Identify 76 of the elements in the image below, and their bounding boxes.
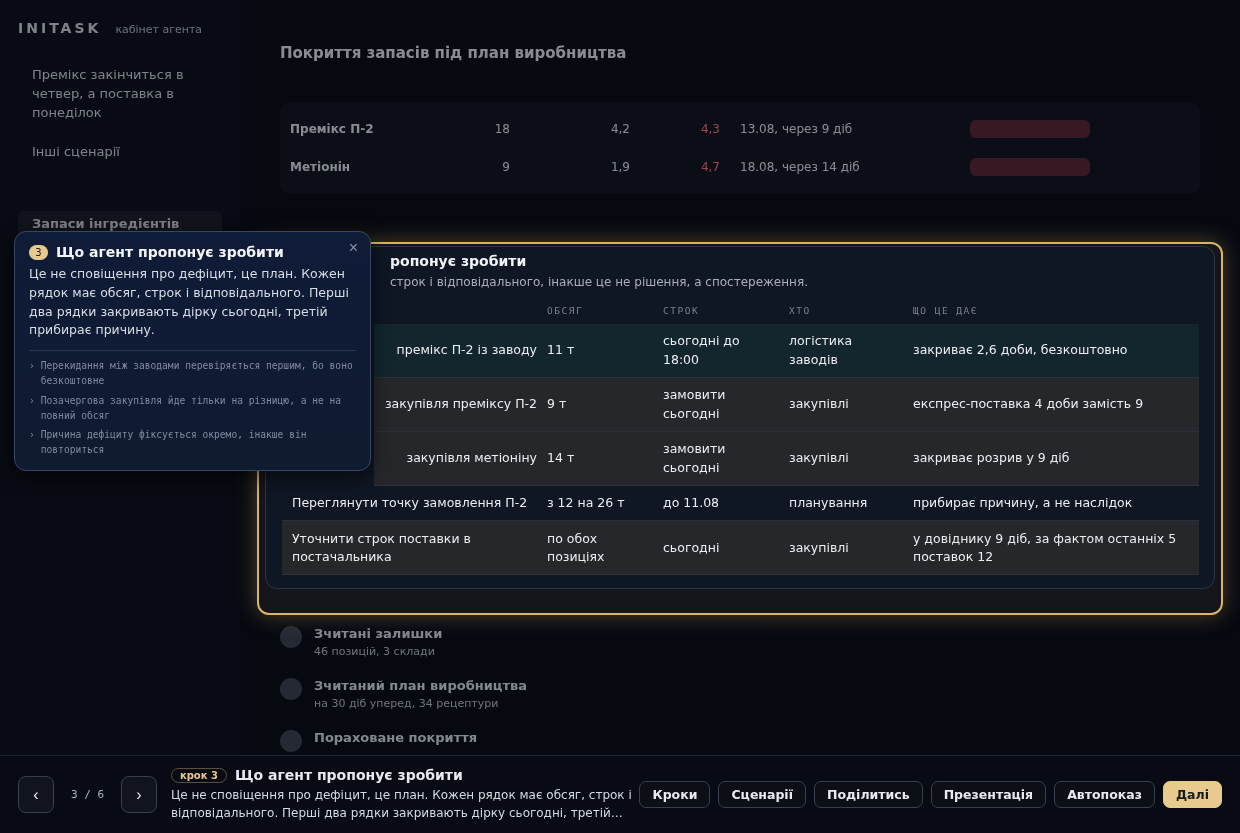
table-cell-text: закупівля преміксу П-2 [384,395,538,414]
table-row[interactable]: премікс П-2 із заводу 11 т сьогодні до 18:00 логістика заводів закриває 2,6 доби, безкоштовно [374,324,1199,378]
step-description: Це не сповіщення про дефіцит, це план. Кожен рядок має обсяг, строк і відповідального. Перші два рядки закривають дірку сьогодні, третій… [170,787,633,822]
table-cell-text: премікс П-2 із заводу [396,341,538,360]
table-cell-text: закупівля метіоніну [406,449,538,468]
bullet-mark: › [29,428,35,443]
toolbar-button[interactable]: Далі [1163,781,1222,808]
table-cell-text: сьогодні до 18:00 [663,332,741,369]
toolbar-button[interactable]: Автопоказ [1054,781,1155,808]
column-header: ЩО ЦЕ ДАЄ [913,305,979,316]
table-cell-text: закупівлі [789,449,850,468]
table-cell-text: 14 т [547,449,576,468]
table-cell: 4,7 [700,160,720,174]
bullet-mark: › [29,393,35,408]
table-cell-text: логістика заводів [789,332,854,369]
step-subtitle: 46 позицій, 3 склади [314,645,436,658]
table-cell: 4,3 [700,122,720,136]
table-cell-text: 13.08, через 9 діб [740,122,854,136]
table-cell-text: закупівлі [789,538,850,557]
table-cell-text: закриває 2,6 доби, безкоштовно [913,341,1129,360]
table-cell-text: замовити сьогодні [663,386,727,423]
table-cell-text: 11 т [547,341,576,360]
table-cell-text: Метіонін [290,160,352,174]
sidebar-item[interactable]: Інші сценарії [18,142,222,162]
table-cell-text: 18.08, через 14 діб [740,160,861,174]
toolbar-button[interactable]: Поділитись [813,781,923,808]
table-row[interactable]: закупівля преміксу П-2 9 т замовити сьогодні закупівлі експрес-поставка 4 доби замість 9 [374,378,1199,432]
step-title: Що агент пропонує зробити [234,767,463,783]
previous-button[interactable]: ‹ [18,776,54,813]
table-cell-text: по обох позиціях [547,529,606,566]
card-title: ропонує зробити [390,253,528,269]
table-row[interactable]: закупівля метіоніну 14 т замовити сьогодні закупівлі закриває розрив у 9 діб [374,432,1199,486]
tooltip-bullet: Позачергова закупівля йде тільки на різницю, а не на повний обсяг [40,393,343,423]
table-cell: 1,9 [610,160,630,174]
column-header: ХТО [789,305,812,316]
toolbar-button[interactable]: Кроки [639,781,711,808]
card-subtitle: строк і відповідального, інакше це не рішення, а спостереження. [390,275,809,289]
column-header: ОБСЯГ [547,305,585,316]
toolbar-button[interactable]: Презентація [930,781,1047,808]
table-cell-text: планування [789,494,869,512]
brand-logo: INITASK [18,20,102,36]
table-cell: 18 [494,122,510,136]
step-title: Зчитані залишки [314,626,443,641]
toolbar-button[interactable]: Сценарії [718,781,806,808]
table-cell-text: закриває розрив у 9 діб [913,449,1071,468]
table-cell-text: Уточнити строк поставки в постачальника [292,529,472,566]
step-badge: 3 [29,244,48,260]
tooltip-text: Це не сповіщення про дефіцит, це план. Кожен рядок має обсяг, строк і відповідального. Перші два рядки закривають дірку сьогодні, третій прибирає причину. [29,265,350,340]
table-cell-text: прибирає причину, а не наслідок [913,494,1134,512]
tooltip-title: Що агент пропонує зробити [56,244,284,260]
next-button[interactable]: › [120,776,157,813]
table-cell-text: Премікс П-2 [290,122,375,136]
tooltip-bullet: Причина дефіциту фіксується окремо, інакше він повториться [40,428,308,458]
table-cell: 9 [502,160,510,174]
table-cell-text: до 11.08 [663,494,721,512]
step-counter: 3 / 6 [69,788,105,801]
step-title: Зчитаний план виробництва [314,678,527,693]
close-button[interactable]: × [344,237,362,259]
table-cell-text: експрес-поставка 4 доби замість 9 [913,395,1145,414]
table-cell-text: закупівлі [789,395,850,414]
table-cell-text: 9 т [547,395,568,414]
table-cell-text: з 12 на 26 т [547,494,626,512]
table-cell-text: сьогодні [663,538,721,557]
column-header: СТРОК [663,305,701,316]
page-title: Покриття запасів під план виробництва [280,44,628,62]
bullet-mark: › [29,359,35,373]
table-cell-text: у довіднику 9 діб, за фактом останніх 5 поставок 12 [913,529,1178,566]
table-cell: 4,2 [610,122,630,136]
table-row[interactable]: Уточнити строк поставки в постачальника по обох позиціях сьогодні закупівлі у довіднику 9 діб, за фактом останніх 5 поставок 12 [282,521,1199,576]
step-subtitle: на 30 діб уперед, 34 рецептури [314,697,500,710]
tooltip-bullet: Перекидання між заводами перевіряється першим, бо воно безкоштовне [40,359,354,388]
table-cell-text: замовити сьогодні [663,440,727,477]
sidebar-item[interactable]: Премікс закінчиться в четвер, а поставка в понеділок [18,66,222,123]
step-title: Пораховане покриття [314,730,478,745]
table-cell-text: Переглянути точку замовлення П-2 [292,494,529,512]
brand-subtitle: кабінет агента [115,23,203,36]
